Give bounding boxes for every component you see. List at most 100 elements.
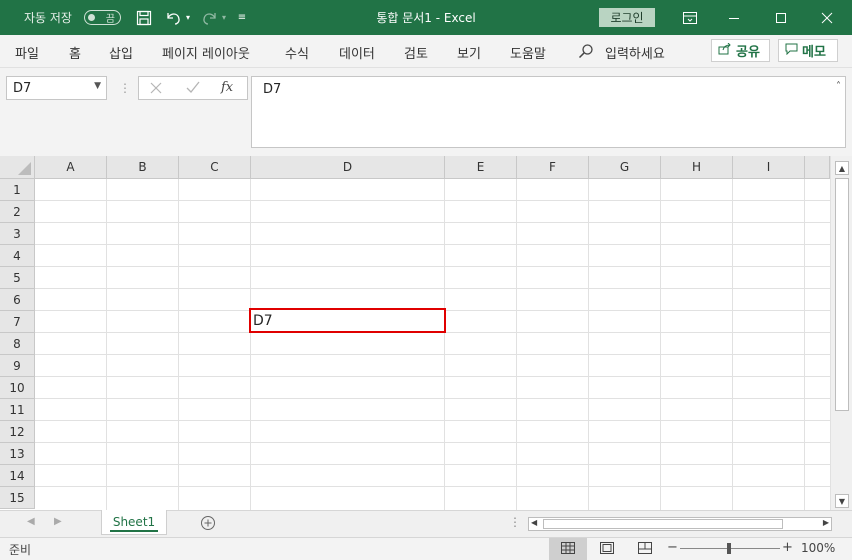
formula-input[interactable]: D7 ˄	[251, 76, 846, 148]
row-header-7[interactable]: 7	[0, 311, 35, 333]
normal-view-button[interactable]	[549, 538, 587, 560]
gridline	[35, 376, 830, 377]
redo-icon[interactable]	[200, 8, 220, 28]
scroll-left-icon[interactable]: ◀	[531, 518, 537, 527]
row-header-14[interactable]: 14	[0, 465, 35, 487]
row-header-3[interactable]: 3	[0, 223, 35, 245]
scroll-right-icon[interactable]: ▶	[823, 518, 829, 527]
column-header-f[interactable]: F	[517, 156, 589, 179]
tab-data[interactable]: 데이터	[339, 43, 375, 62]
tab-page-layout[interactable]: 페이지 레이아웃	[162, 43, 250, 62]
tab-file[interactable]: 파일	[15, 43, 39, 62]
ribbon-tabs: 파일 홈 삽입 페이지 레이아웃 수식 데이터 검토 보기 도움말 입력하세요 …	[0, 35, 852, 68]
formula-buttons: fx	[138, 76, 248, 100]
prev-sheet-icon[interactable]: ◀	[27, 516, 35, 527]
sheet-tab-sheet1[interactable]: Sheet1	[101, 510, 167, 535]
row-header-5[interactable]: 5	[0, 267, 35, 289]
tab-home[interactable]: 홈	[69, 43, 81, 62]
share-icon	[718, 42, 732, 59]
ribbon-display-options-icon[interactable]	[680, 8, 700, 28]
tab-formulas[interactable]: 수식	[285, 43, 309, 62]
row-header-12[interactable]: 12	[0, 421, 35, 443]
tab-view[interactable]: 보기	[457, 43, 481, 62]
share-label: 공유	[736, 45, 760, 60]
row-header-1[interactable]: 1	[0, 179, 35, 201]
gridline	[444, 179, 445, 510]
comment-icon	[785, 43, 798, 59]
scroll-up-icon[interactable]: ▲	[835, 161, 849, 175]
zoom-in-icon[interactable]: +	[782, 540, 793, 555]
customize-toolbar-icon[interactable]: ≡	[236, 9, 248, 25]
row-header-15[interactable]: 15	[0, 487, 35, 509]
gridline	[804, 179, 805, 510]
save-icon[interactable]	[134, 8, 154, 28]
column-header-h[interactable]: H	[661, 156, 733, 179]
column-header-i[interactable]: I	[733, 156, 805, 179]
title-bar: 자동 저장 끔 ▾ ▾ ≡ 통합 문서1 - Excel 로그인	[0, 0, 852, 35]
row-header-11[interactable]: 11	[0, 399, 35, 421]
zoom-level[interactable]: 100%	[801, 541, 835, 555]
tab-insert[interactable]: 삽입	[109, 43, 133, 62]
gridline	[35, 464, 830, 465]
zoom-slider-thumb[interactable]	[727, 543, 731, 554]
vertical-scroll-thumb[interactable]	[835, 178, 849, 411]
name-box[interactable]: D7 ▼	[6, 76, 107, 100]
gridline	[35, 486, 830, 487]
tab-split-grip-icon[interactable]: ⋮	[509, 515, 521, 529]
row-header-8[interactable]: 8	[0, 333, 35, 355]
next-sheet-icon[interactable]: ▶	[54, 516, 62, 527]
undo-icon[interactable]	[163, 8, 183, 28]
login-button[interactable]: 로그인	[599, 8, 655, 27]
redo-dropdown-icon[interactable]: ▾	[219, 10, 229, 24]
name-box-dropdown-icon[interactable]: ▼	[94, 81, 101, 91]
page-break-view-button[interactable]	[626, 538, 664, 560]
tell-me-input[interactable]: 입력하세요	[605, 43, 665, 62]
row-header-6[interactable]: 6	[0, 289, 35, 311]
vertical-scrollbar[interactable]: ▲ ▼	[830, 156, 852, 510]
collapse-formula-bar-icon[interactable]: ˄	[836, 81, 841, 92]
gridline	[516, 179, 517, 510]
add-sheet-icon[interactable]	[200, 515, 216, 534]
row-header-13[interactable]: 13	[0, 443, 35, 465]
spreadsheet-grid[interactable]: A B C D E F G H I 1 2 3 4 5 6 7 8 9 10 1…	[0, 156, 852, 510]
column-header-a[interactable]: A	[35, 156, 107, 179]
horizontal-scrollbar[interactable]: ◀ ▶	[528, 517, 832, 531]
column-header-d[interactable]: D	[251, 156, 445, 179]
gridline	[732, 179, 733, 510]
formula-bar-grip-icon[interactable]: ⋮	[119, 81, 131, 95]
autosave-state: 끔	[105, 14, 115, 25]
normal-view-icon	[561, 541, 575, 557]
active-cell-d7[interactable]: D7	[249, 308, 446, 333]
gridline	[660, 179, 661, 510]
column-header-g[interactable]: G	[589, 156, 661, 179]
share-button[interactable]: 공유	[711, 39, 770, 62]
select-all-corner[interactable]	[0, 156, 35, 179]
tab-help[interactable]: 도움말	[510, 43, 546, 62]
tab-review[interactable]: 검토	[404, 43, 428, 62]
name-box-value: D7	[13, 81, 32, 96]
insert-function-icon[interactable]: fx	[221, 80, 233, 95]
row-header-4[interactable]: 4	[0, 245, 35, 267]
page-layout-view-icon	[600, 541, 614, 557]
row-header-9[interactable]: 9	[0, 355, 35, 377]
scroll-down-icon[interactable]: ▼	[835, 494, 849, 508]
column-header-e[interactable]: E	[445, 156, 517, 179]
row-header-10[interactable]: 10	[0, 377, 35, 399]
column-header-j-partial[interactable]	[805, 156, 830, 179]
zoom-out-icon[interactable]: −	[667, 540, 678, 555]
search-icon[interactable]	[578, 43, 594, 62]
autosave-toggle[interactable]: 끔	[84, 10, 121, 25]
page-layout-view-button[interactable]	[588, 538, 626, 560]
minimize-icon[interactable]	[724, 8, 744, 28]
horizontal-scroll-thumb[interactable]	[543, 519, 783, 529]
column-header-b[interactable]: B	[107, 156, 179, 179]
cancel-icon[interactable]	[150, 80, 162, 97]
close-icon[interactable]	[817, 8, 837, 28]
comments-button[interactable]: 메모	[778, 39, 838, 62]
column-header-c[interactable]: C	[179, 156, 251, 179]
comments-label: 메모	[802, 45, 826, 60]
undo-dropdown-icon[interactable]: ▾	[183, 10, 193, 24]
maximize-icon[interactable]	[771, 8, 791, 28]
enter-icon[interactable]	[186, 80, 200, 97]
row-header-2[interactable]: 2	[0, 201, 35, 223]
